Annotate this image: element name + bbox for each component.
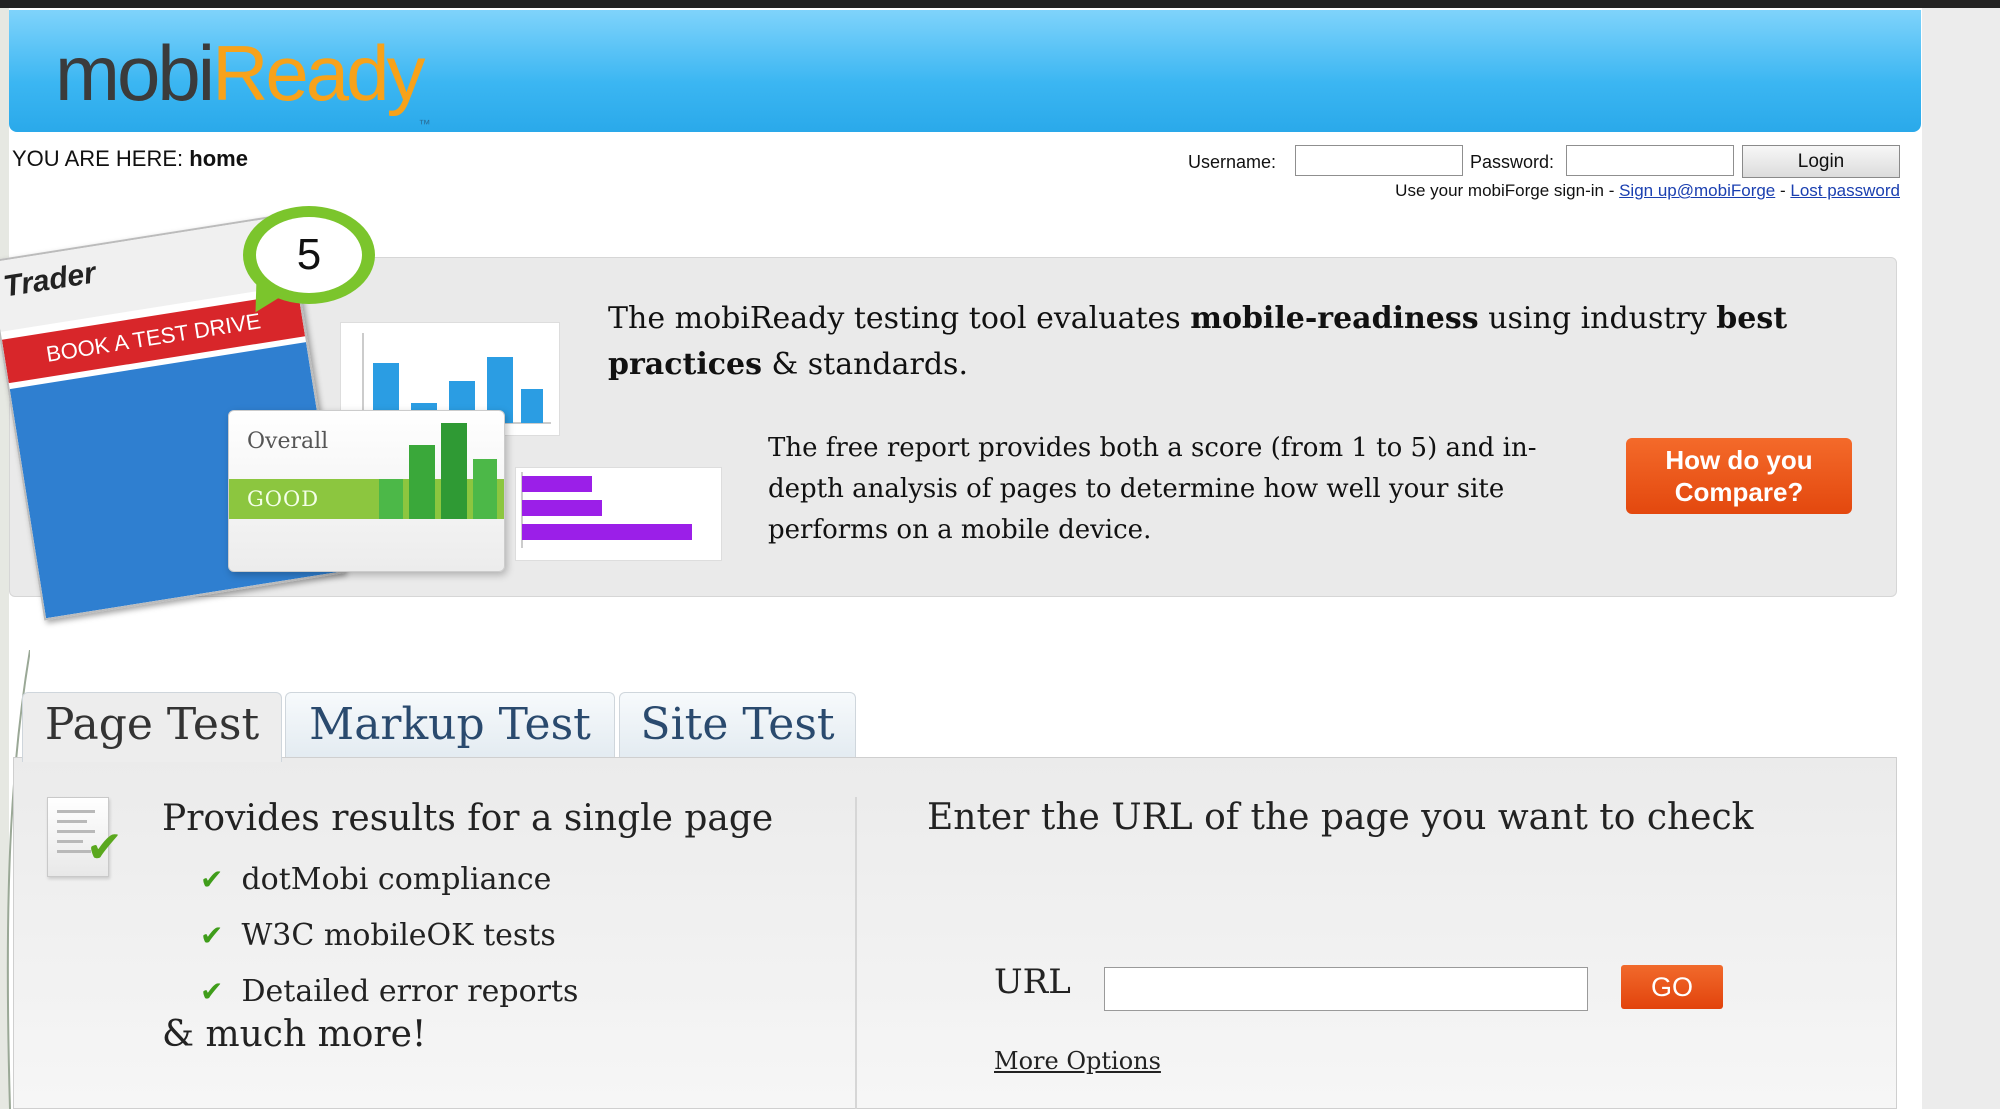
much-more-text: & much more!	[162, 1014, 427, 1055]
feature-label: dotMobi compliance	[241, 862, 552, 897]
check-icon: ✔	[200, 863, 224, 896]
feature-label: W3C mobileOK tests	[241, 918, 556, 953]
more-options-link[interactable]: More Options	[994, 1047, 1161, 1075]
password-input[interactable]	[1566, 145, 1734, 176]
go-button[interactable]: GO	[1621, 965, 1723, 1009]
breadcrumb-prefix: YOU ARE HERE:	[12, 146, 190, 171]
right-edge	[1922, 8, 2000, 1109]
username-label: Username:	[1188, 152, 1277, 172]
feature-item: ✔ W3C mobileOK tests	[200, 918, 556, 953]
lost-password-link[interactable]: Lost password	[1790, 181, 1900, 200]
site-header: mobiReady™	[9, 10, 1921, 132]
feature-item: ✔ Detailed error reports	[200, 974, 578, 1009]
score-badge: 5	[256, 217, 362, 293]
check-icon: ✔	[200, 975, 224, 1008]
overall-rating-card: Overall GOOD	[228, 410, 505, 572]
url-label: URL	[994, 962, 1071, 1002]
preview-hbar-chart	[515, 467, 722, 561]
lead-text-1: The mobiReady testing tool evaluates	[608, 301, 1191, 336]
document-check-icon: ✔	[86, 822, 123, 873]
compare-button-line2: Compare?	[1674, 477, 1804, 507]
breadcrumb-current: home	[189, 146, 248, 171]
login-button[interactable]: Login	[1742, 145, 1900, 178]
logo-text-mobi: mobi	[55, 29, 215, 117]
compare-button-line1: How do you	[1665, 445, 1813, 475]
feature-label: Detailed error reports	[241, 974, 579, 1009]
compare-button[interactable]: How do you Compare?	[1626, 438, 1852, 514]
signin-help: Use your mobiForge sign-in - Sign up@mob…	[1286, 181, 1900, 201]
logo-text-ready: Ready	[212, 29, 425, 117]
url-input[interactable]	[1104, 967, 1588, 1011]
breadcrumb: YOU ARE HERE: home	[12, 146, 248, 172]
banner-description: The free report provides both a score (f…	[768, 433, 1537, 545]
overall-label: Overall	[247, 429, 329, 454]
top-border	[0, 0, 2000, 8]
panel-right-title: Enter the URL of the page you want to ch…	[927, 797, 1754, 838]
preview-hbar-chart-graphic	[521, 472, 692, 548]
lead-bold-1: mobile-readiness	[1190, 301, 1479, 336]
password-label: Password:	[1470, 152, 1555, 172]
rating-bars-graphic	[379, 423, 497, 519]
panel-divider	[855, 797, 857, 1109]
lead-text-2: using industry	[1478, 301, 1717, 336]
tab-site-test[interactable]: Site Test	[619, 692, 856, 758]
panel-left-title: Provides results for a single page	[162, 798, 774, 839]
lead-text-3: & standards.	[761, 347, 968, 382]
tab-page-test[interactable]: Page Test	[22, 692, 282, 762]
feature-item: ✔ dotMobi compliance	[200, 862, 551, 897]
check-icon: ✔	[200, 919, 224, 952]
site-logo[interactable]: mobiReady™	[55, 28, 431, 131]
username-input[interactable]	[1295, 145, 1463, 176]
banner-lead: The mobiReady testing tool evaluates mob…	[608, 296, 1898, 388]
logo-tm: ™	[418, 117, 431, 131]
signin-text: Use your mobiForge sign-in -	[1395, 181, 1620, 200]
signup-link[interactable]: Sign up@mobiForge	[1619, 181, 1775, 200]
tab-markup-test[interactable]: Markup Test	[285, 692, 615, 758]
signin-separator: -	[1775, 181, 1791, 200]
